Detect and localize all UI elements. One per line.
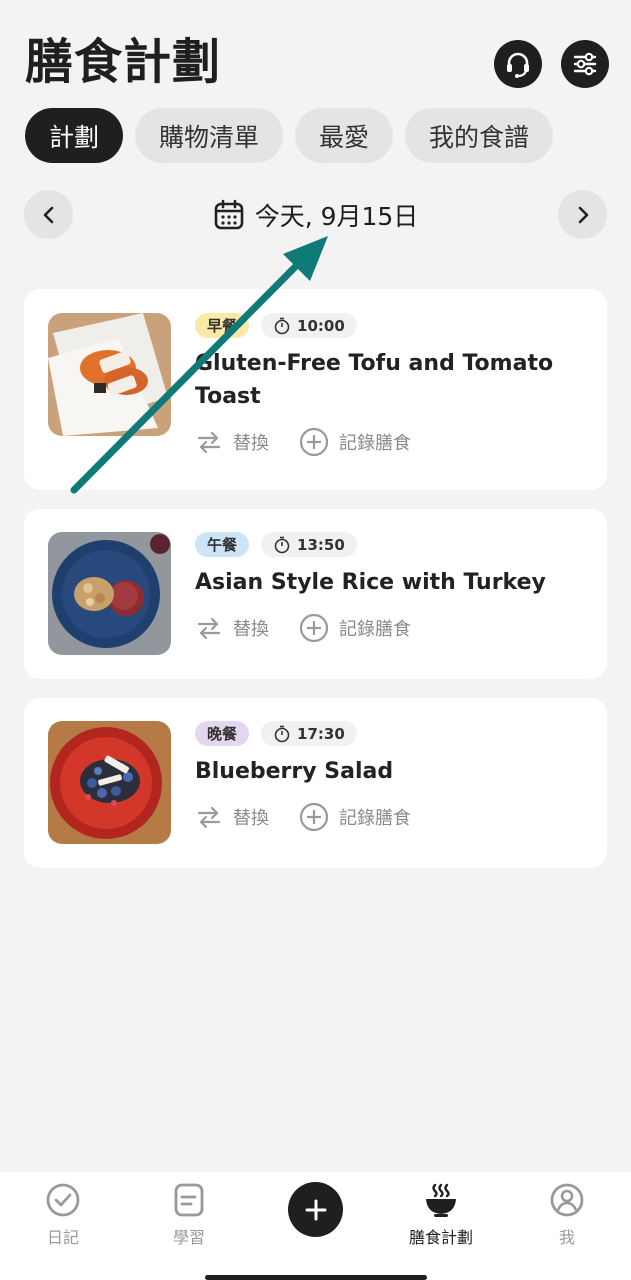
log-meal-button[interactable]: 記錄膳食 (299, 427, 411, 457)
meal-type-badge: 午餐 (195, 532, 250, 557)
swap-label: 替換 (233, 433, 269, 454)
log-meal-button[interactable]: 記錄膳食 (299, 613, 411, 643)
tab-bar: 計劃 購物清單 最愛 我的食譜 (25, 108, 554, 163)
meal-card-dinner[interactable]: 晚餐 17:30 Blueberry Salad 替換 記錄膳食 (24, 698, 607, 868)
meal-thumbnail-image (48, 532, 171, 655)
recipe-title[interactable]: Blueberry Salad (195, 755, 587, 788)
nav-label: 我 (558, 1228, 575, 1247)
plus-circle-icon (299, 613, 329, 643)
meal-details: 午餐 13:50 Asian Style Rice with Turkey 替換 (195, 532, 587, 643)
nav-item-diary[interactable]: 日記 (13, 1182, 113, 1248)
notes-icon (174, 1183, 204, 1217)
time-badge: 13:50 (261, 532, 357, 557)
page-title: 膳食計劃 (25, 34, 222, 90)
next-day-button[interactable] (558, 190, 607, 239)
swap-icon (197, 617, 221, 640)
tab-shopping-list[interactable]: 購物清單 (135, 108, 284, 163)
swap-button[interactable]: 替換 (195, 803, 269, 831)
plus-icon (305, 1199, 326, 1220)
stopwatch-icon (274, 725, 290, 742)
meal-thumbnail-image (48, 721, 171, 844)
tab-my-recipes[interactable]: 我的食譜 (405, 108, 554, 163)
meal-details: 晚餐 17:30 Blueberry Salad 替換 記錄膳食 (195, 721, 587, 832)
time-badge: 17:30 (261, 721, 357, 746)
support-button[interactable] (494, 40, 542, 88)
time-badge: 10:00 (261, 313, 357, 338)
date-display[interactable]: 今天, 9月15日 (0, 190, 631, 240)
swap-label: 替換 (233, 808, 269, 829)
meal-details: 早餐 10:00 Gluten-Free Tofu and Tomato Toa… (195, 313, 587, 457)
meal-time: 13:50 (297, 535, 345, 554)
meal-card-lunch[interactable]: 午餐 13:50 Asian Style Rice with Turkey 替換 (24, 509, 607, 679)
bowl-icon (426, 1183, 456, 1217)
meal-time: 10:00 (297, 316, 345, 335)
date-navigator: 今天, 9月15日 (0, 190, 631, 240)
swap-icon (197, 431, 221, 454)
nav-item-me[interactable]: 我 (517, 1182, 617, 1248)
tab-plan[interactable]: 計劃 (25, 108, 124, 163)
bottom-navigation: 日記 學習 膳食計劃 我 (0, 1172, 631, 1280)
meal-type-badge: 晚餐 (195, 721, 250, 746)
meal-thumbnail-image (48, 313, 171, 436)
stopwatch-icon (274, 317, 290, 334)
log-meal-label: 記錄膳食 (339, 619, 411, 640)
profile-icon (550, 1183, 584, 1217)
recipe-title[interactable]: Asian Style Rice with Turkey (195, 566, 587, 599)
settings-button[interactable] (561, 40, 609, 88)
add-button[interactable] (288, 1182, 343, 1237)
swap-icon (197, 806, 221, 829)
calendar-icon (214, 199, 243, 230)
log-meal-label: 記錄膳食 (339, 433, 411, 454)
nav-label: 膳食計劃 (408, 1228, 473, 1247)
check-circle-icon (46, 1183, 80, 1217)
log-meal-button[interactable]: 記錄膳食 (299, 802, 411, 832)
headset-icon (507, 52, 529, 78)
header: 膳食計劃 (0, 0, 631, 100)
date-label: 今天, 9月15日 (254, 202, 419, 231)
meal-card-breakfast[interactable]: 早餐 10:00 Gluten-Free Tofu and Tomato Toa… (24, 289, 607, 490)
recipe-title[interactable]: Gluten-Free Tofu and Tomato Toast (195, 347, 587, 413)
swap-button[interactable]: 替換 (195, 428, 269, 456)
plus-circle-icon (299, 802, 329, 832)
swap-button[interactable]: 替換 (195, 614, 269, 642)
nav-label: 日記 (46, 1228, 79, 1247)
tab-favorites[interactable]: 最愛 (295, 108, 394, 163)
nav-item-meal-plan[interactable]: 膳食計劃 (391, 1182, 491, 1248)
sliders-icon (573, 52, 597, 76)
plus-circle-icon (299, 427, 329, 457)
stopwatch-icon (274, 536, 290, 553)
chevron-right-icon (578, 206, 588, 223)
nav-item-learn[interactable]: 學習 (139, 1182, 239, 1248)
meal-type-badge: 早餐 (195, 313, 250, 338)
home-indicator (205, 1275, 427, 1280)
nav-label: 學習 (172, 1228, 205, 1247)
meal-time: 17:30 (297, 724, 345, 743)
log-meal-label: 記錄膳食 (339, 808, 411, 829)
swap-label: 替換 (233, 619, 269, 640)
